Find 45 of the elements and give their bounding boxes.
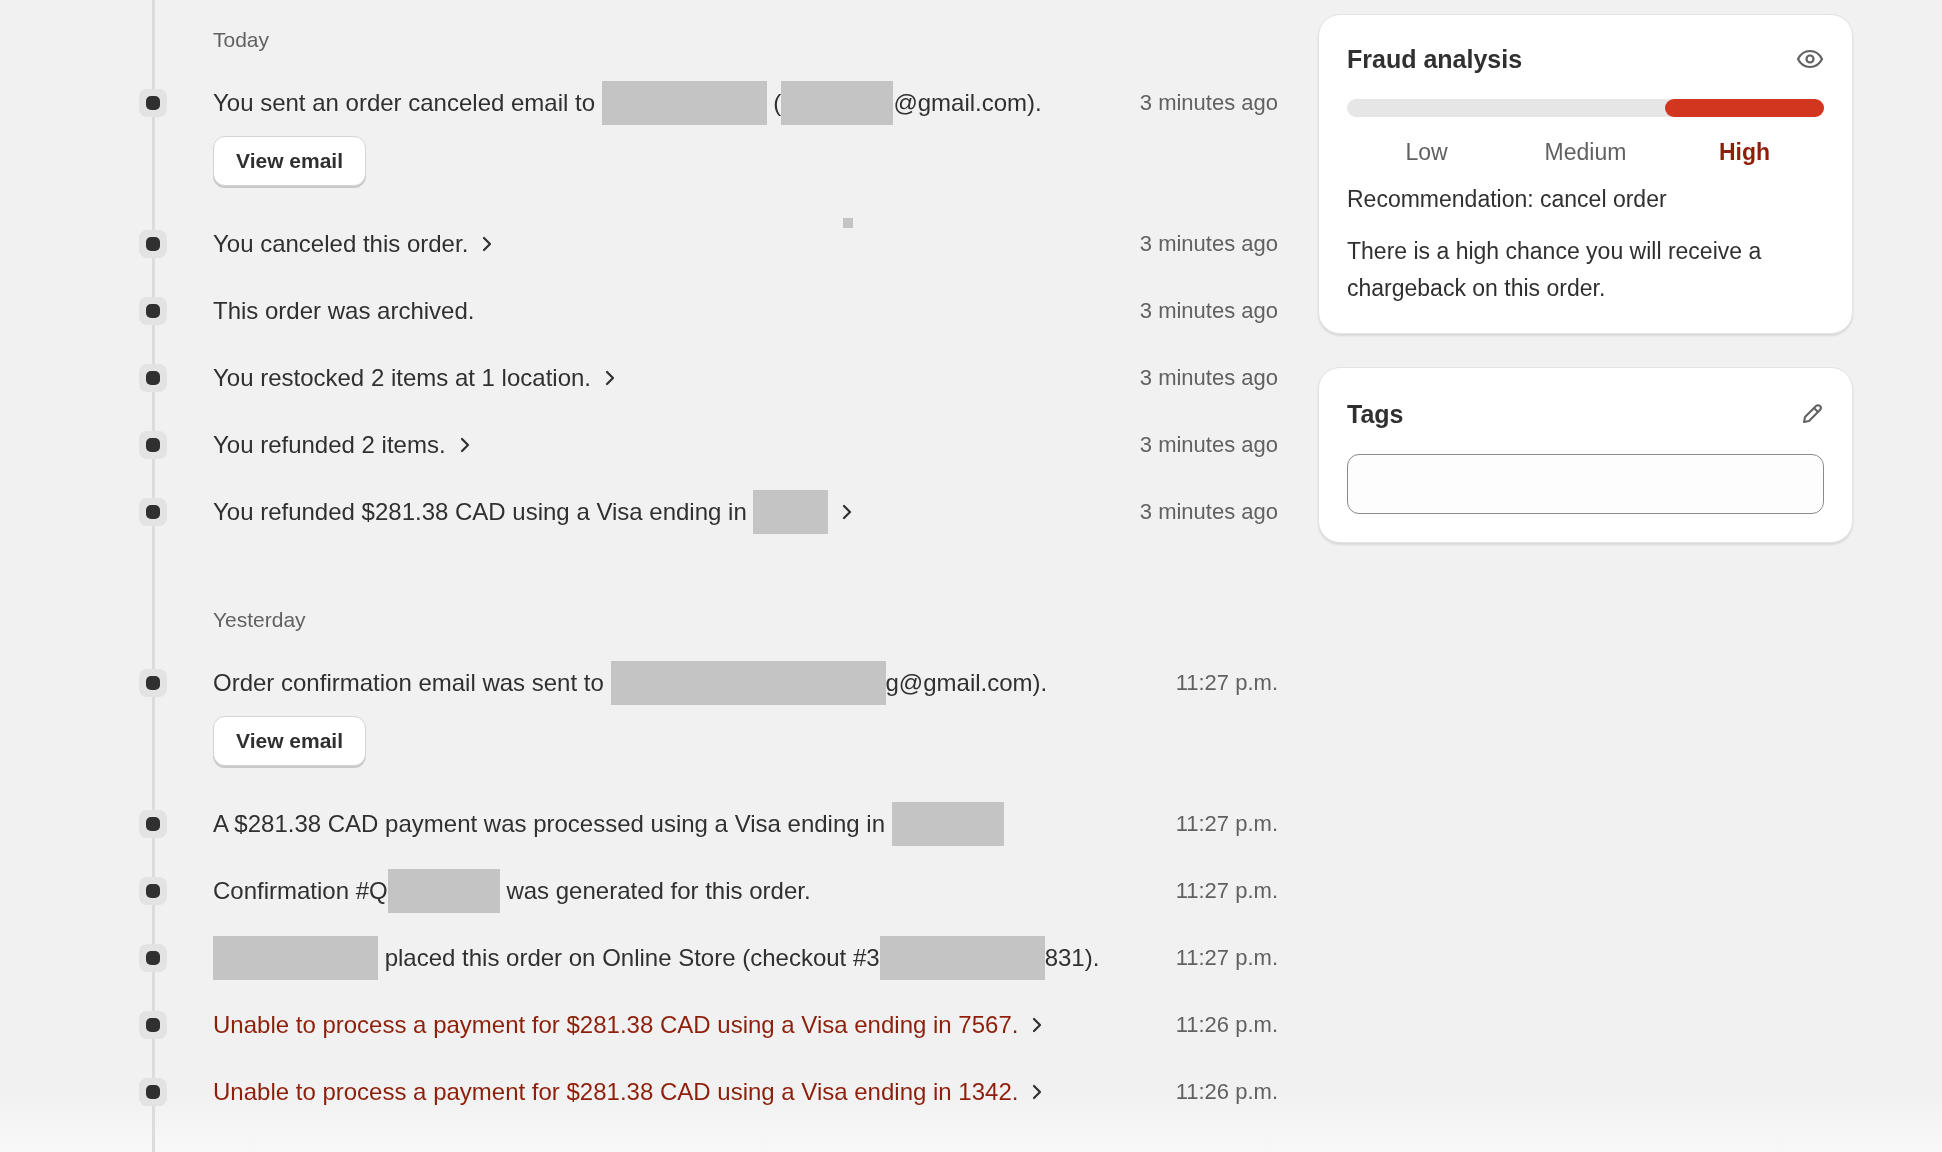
event-time: 11:27 p.m. — [1175, 810, 1278, 837]
recommendation-text: Recommendation: cancel order — [1347, 186, 1668, 213]
event-time: 3 minutes ago — [1139, 364, 1278, 391]
event-message[interactable]: Unable to process a payment for $281.38 CAD using a Visa ending in 7567. — [213, 1010, 1019, 1039]
chevron-right-icon[interactable] — [459, 436, 470, 453]
risk-description: There is a high chance you will receive a chargeback on this order. — [1347, 237, 1763, 303]
speck — [843, 218, 853, 228]
event-message[interactable]: You restocked 2 items at 1 location. — [213, 363, 591, 392]
risk-level-label: Low — [1404, 139, 1449, 166]
risk-level-label: High — [1717, 139, 1772, 166]
event-message: This order was archived. — [213, 296, 475, 325]
event-time: 3 minutes ago — [1139, 230, 1278, 257]
event-time: 11:27 p.m. — [1175, 669, 1278, 696]
event-message: A $281.38 CAD payment was processed using a Visa ending in — [213, 801, 1004, 846]
card-title: Fraud analysis — [1347, 44, 1523, 74]
event-message: placed this order on Online Store (checkout #3 831). — [213, 935, 1100, 980]
chevron-right-icon[interactable] — [482, 235, 493, 252]
chevron-right-icon[interactable] — [605, 369, 615, 386]
event-message: Order confirmation email was sent to g@gmail.com). — [213, 660, 1048, 705]
event-message[interactable]: You refunded 2 items. — [213, 430, 446, 459]
event-time: 3 minutes ago — [1139, 431, 1278, 458]
chevron-right-icon[interactable] — [1032, 1016, 1043, 1033]
pencil-icon[interactable] — [1800, 402, 1824, 426]
event-time: 3 minutes ago — [1139, 89, 1278, 116]
event-message: You sent an order canceled email to ( @gmail.com). — [213, 80, 1042, 125]
event-time: 11:27 p.m. — [1175, 877, 1278, 904]
event-message[interactable]: You canceled this order. — [213, 229, 469, 258]
tags-field[interactable] — [1347, 454, 1824, 514]
event-time: 11:27 p.m. — [1175, 944, 1278, 971]
event-message: Confirmation #Q was generated for this order. — [213, 868, 811, 913]
risk-level-label: Medium — [1543, 139, 1628, 166]
event-time: 3 minutes ago — [1139, 498, 1278, 525]
view-email-button[interactable]: View email — [213, 716, 366, 766]
event-time: 11:26 p.m. — [1175, 1011, 1278, 1038]
event-time: 3 minutes ago — [1139, 297, 1278, 324]
day-heading: Yesterday — [213, 607, 307, 633]
chevron-right-icon[interactable] — [1032, 1083, 1043, 1100]
view-email-button[interactable]: View email — [213, 136, 366, 186]
day-heading: Today — [213, 27, 271, 53]
eye-icon[interactable] — [1796, 49, 1824, 69]
event-message[interactable]: Unable to process a payment for $281.38 CAD using a Visa ending in 1342. — [213, 1077, 1019, 1106]
event-time: 11:26 p.m. — [1175, 1078, 1278, 1105]
card-title: Tags — [1347, 399, 1404, 429]
event-message[interactable]: You refunded $281.38 CAD using a Visa ending in — [213, 489, 829, 534]
chevron-right-icon[interactable] — [842, 503, 853, 520]
